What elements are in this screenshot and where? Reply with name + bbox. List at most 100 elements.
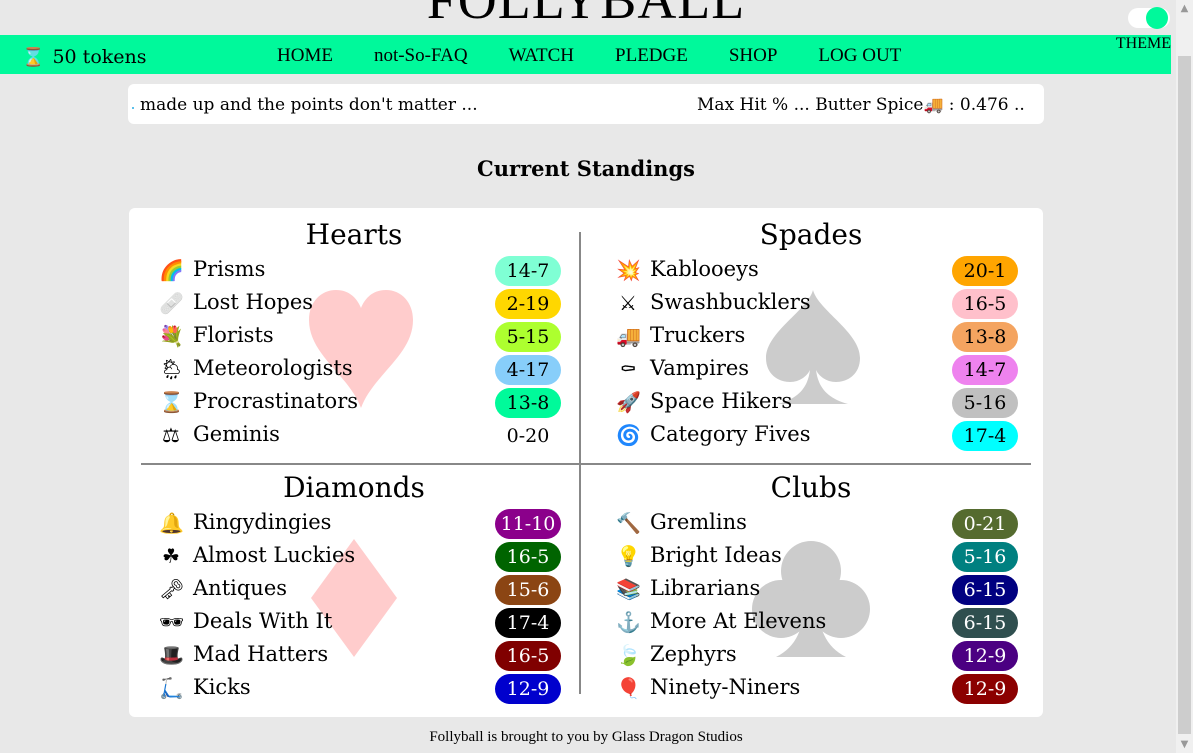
team-record-badge: 2-19 xyxy=(495,289,561,319)
shamrock-icon: ☘ xyxy=(162,544,180,568)
team-row[interactable]: 🚀 Space Hikers 5-16 xyxy=(592,387,1030,420)
news-ticker: made up and the points don't matter ... … xyxy=(128,84,1044,124)
division-diamonds: Diamonds 🔔 Ringydingies 11-10 ☘ Almost Luckie… xyxy=(135,461,573,711)
nav-shop[interactable]: SHOP xyxy=(729,45,778,67)
scroll-up-arrow-icon[interactable]: ▲ xyxy=(1176,0,1193,17)
team-name[interactable]: Procrastinators xyxy=(193,389,358,413)
team-row[interactable]: 🛴 Kicks 12-9 xyxy=(135,673,573,706)
team-row[interactable]: ⚓ More At Elevens 6-15 xyxy=(592,607,1030,640)
team-record-badge: 15-6 xyxy=(495,575,561,605)
team-row[interactable]: 🌈 Prisms 14-7 xyxy=(135,255,573,288)
team-name[interactable]: Meteorologists xyxy=(193,356,353,380)
nav-watch[interactable]: WATCH xyxy=(509,45,574,67)
team-record-badge: 4-17 xyxy=(495,355,561,385)
team-row[interactable]: ☘ Almost Luckies 16-5 xyxy=(135,541,573,574)
team-row[interactable]: ⚖ Geminis 0-20 xyxy=(135,420,573,453)
team-record-badge: 0-21 xyxy=(952,509,1018,539)
tokens-counter: ⌛ 50 tokens xyxy=(22,46,147,68)
tokens-label: 50 tokens xyxy=(52,46,147,68)
team-row[interactable]: 🎩 Mad Hatters 16-5 xyxy=(135,640,573,673)
scroll-down-arrow-icon[interactable]: ▼ xyxy=(1176,736,1193,753)
sun-rain-cloud-icon: 🌦 xyxy=(159,357,185,381)
navbar: ⌛ 50 tokens HOME not-So-FAQ WATCH PLEDGE… xyxy=(0,35,1171,74)
team-row[interactable]: ⚔ Swashbucklers 16-5 xyxy=(592,288,1030,321)
team-name[interactable]: Florists xyxy=(193,323,274,347)
team-row[interactable]: 🔨 Gremlins 0-21 xyxy=(592,508,1030,541)
balloon-icon: 🎈 xyxy=(616,676,641,700)
nav-home[interactable]: HOME xyxy=(277,45,333,67)
team-record-badge: 14-7 xyxy=(952,355,1018,385)
team-record-badge: 13-8 xyxy=(495,388,561,418)
rocket-icon: 🚀 xyxy=(616,390,641,414)
team-row[interactable]: 💥 Kablooeys 20-1 xyxy=(592,255,1030,288)
team-name[interactable]: Category Fives xyxy=(650,422,810,446)
team-name[interactable]: Antiques xyxy=(193,576,287,600)
team-name[interactable]: Swashbucklers xyxy=(650,290,811,314)
team-name[interactable]: Truckers xyxy=(650,323,745,347)
team-name[interactable]: Bright Ideas xyxy=(650,543,782,567)
light-bulb-icon: 💡 xyxy=(616,544,641,568)
coffin-icon: ⚰ xyxy=(619,357,637,381)
team-row[interactable]: 💐 Florists 5-15 xyxy=(135,321,573,354)
team-row[interactable]: 🌀 Category Fives 17-4 xyxy=(592,420,1030,453)
team-list: 🔔 Ringydingies 11-10 ☘ Almost Luckies 16-5 🗝 An… xyxy=(135,508,573,706)
division-spades: Spades 💥 Kablooeys 20-1 ⚔ Swashbucklers 16-5 🚚 T… xyxy=(592,208,1030,458)
team-record-badge: 5-16 xyxy=(952,542,1018,572)
team-name[interactable]: Gremlins xyxy=(650,510,747,534)
division-hearts: Hearts 🌈 Prisms 14-7 🩹 Lost Hopes 2-19 💐 Florist… xyxy=(135,208,573,458)
page-scrollbar[interactable]: ▲ ▼ xyxy=(1176,0,1193,753)
team-record-badge: 5-15 xyxy=(495,322,561,352)
nav-pledge[interactable]: PLEDGE xyxy=(615,45,688,67)
team-name[interactable]: Geminis xyxy=(193,422,280,446)
team-row[interactable]: 🔔 Ringydingies 11-10 xyxy=(135,508,573,541)
team-name[interactable]: Librarians xyxy=(650,576,760,600)
team-list: 🔨 Gremlins 0-21 💡 Bright Ideas 5-16 📚 Librarian… xyxy=(592,508,1030,706)
team-row[interactable]: 🍃 Zephyrs 12-9 xyxy=(592,640,1030,673)
cyclone-icon: 🌀 xyxy=(616,423,641,447)
team-name[interactable]: Prisms xyxy=(193,257,265,281)
scrollbar-thumb[interactable] xyxy=(1178,56,1191,734)
team-row[interactable]: 🩹 Lost Hopes 2-19 xyxy=(135,288,573,321)
nav-faq[interactable]: not-So-FAQ xyxy=(374,45,468,67)
team-row[interactable]: 📚 Librarians 6-15 xyxy=(592,574,1030,607)
team-record-badge: 0-20 xyxy=(506,425,550,447)
team-name[interactable]: Zephyrs xyxy=(650,642,737,666)
team-row[interactable]: ⌛ Procrastinators 13-8 xyxy=(135,387,573,420)
team-row[interactable]: 🎈 Ninety-Niners 12-9 xyxy=(592,673,1030,706)
team-name[interactable]: Almost Luckies xyxy=(193,543,355,567)
team-record-badge: 16-5 xyxy=(495,542,561,572)
team-name[interactable]: Mad Hatters xyxy=(193,642,328,666)
team-name[interactable]: Vampires xyxy=(650,356,749,380)
top-hat-icon: 🎩 xyxy=(159,643,184,667)
theme-toggle[interactable] xyxy=(1128,7,1170,29)
nav-logout[interactable]: LOG OUT xyxy=(818,45,901,67)
team-name[interactable]: More At Elevens xyxy=(650,609,826,633)
scales-icon: ⚖ xyxy=(162,423,180,447)
team-row[interactable]: 🕶 Deals With It 17-4 xyxy=(135,607,573,640)
team-row[interactable]: ⚰ Vampires 14-7 xyxy=(592,354,1030,387)
team-name[interactable]: Kablooeys xyxy=(650,257,759,281)
team-row[interactable]: 🌦 Meteorologists 4-17 xyxy=(135,354,573,387)
theme-label: THEME xyxy=(1115,35,1171,52)
team-row[interactable]: 💡 Bright Ideas 5-16 xyxy=(592,541,1030,574)
team-name[interactable]: Ninety-Niners xyxy=(650,675,800,699)
team-name[interactable]: Deals With It xyxy=(193,609,332,633)
theme-toggle-knob[interactable] xyxy=(1146,7,1168,29)
team-name[interactable]: Kicks xyxy=(193,675,251,699)
team-record-badge: 12-9 xyxy=(952,674,1018,704)
division-name: Spades xyxy=(759,218,863,251)
team-record-badge: 11-10 xyxy=(495,509,561,539)
team-record-badge: 12-9 xyxy=(495,674,561,704)
division-clubs: Clubs 🔨 Gremlins 0-21 💡 Bright Ideas 5-16 📚 Libr… xyxy=(592,461,1030,711)
team-record-badge: 12-9 xyxy=(952,641,1018,671)
team-name[interactable]: Lost Hopes xyxy=(193,290,313,314)
anchor-icon: ⚓ xyxy=(616,610,641,634)
books-icon: 📚 xyxy=(616,577,641,601)
division-name: Hearts xyxy=(305,218,403,251)
team-name[interactable]: Space Hikers xyxy=(650,389,792,413)
team-row[interactable]: 🗝 Antiques 15-6 xyxy=(135,574,573,607)
team-record-badge: 6-15 xyxy=(952,575,1018,605)
rainbow-icon: 🌈 xyxy=(159,258,184,282)
team-name[interactable]: Ringydingies xyxy=(193,510,331,534)
team-row[interactable]: 🚚 Truckers 13-8 xyxy=(592,321,1030,354)
